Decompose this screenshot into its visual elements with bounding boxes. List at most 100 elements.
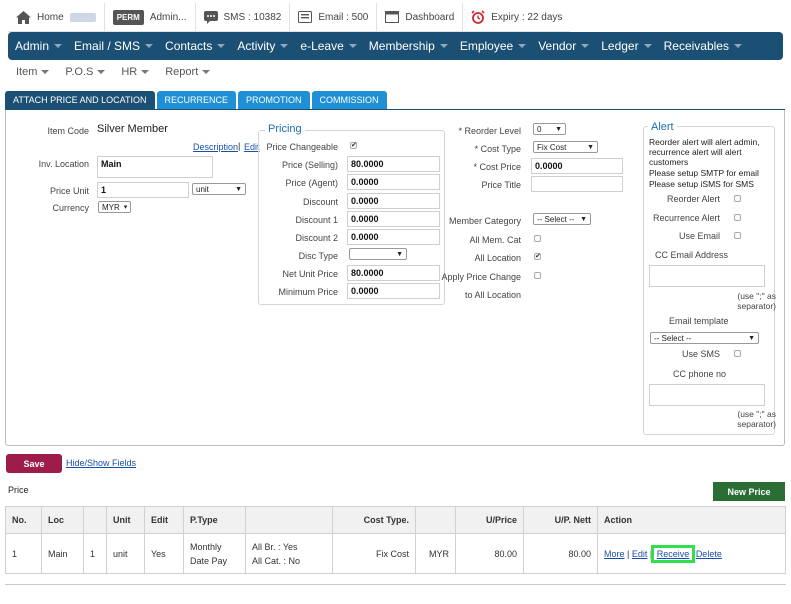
all-mem-cat-label: All Mem. Cat: [469, 235, 521, 245]
separator-hint-phone: (use ";" as separator): [737, 409, 776, 429]
window-icon: [385, 11, 400, 23]
cost-type-select[interactable]: Fix Cost ▼: [533, 141, 598, 153]
nav-item-receivables[interactable]: Receivables: [663, 39, 753, 53]
expiry-indicator[interactable]: Expiry : 22 days: [463, 3, 570, 31]
nav-item-email-sms[interactable]: Email / SMS: [73, 39, 164, 53]
all-location-checkbox[interactable]: ✔: [534, 253, 541, 260]
nav-item-e-leave[interactable]: e-Leave: [299, 39, 367, 53]
email-counter[interactable]: Email : 500: [290, 3, 378, 31]
description-link[interactable]: Description: [193, 142, 238, 152]
subnav-item-hr[interactable]: HR: [121, 66, 150, 78]
nav-item-vendor[interactable]: Vendor: [537, 39, 600, 53]
subnav-item-report[interactable]: Report: [165, 66, 211, 78]
tab-commission[interactable]: COMMISSION: [311, 91, 387, 109]
sms-counter[interactable]: SMS : 10382: [196, 3, 291, 31]
price-unit-input[interactable]: 1: [97, 182, 189, 198]
dropdown-arrow-icon: ▼: [587, 143, 594, 151]
inv-location-input[interactable]: Main: [97, 156, 213, 178]
all-mem-cat-checkbox[interactable]: [534, 235, 541, 242]
nav-item-label: Employee: [459, 39, 514, 53]
unit-select[interactable]: unit ▼: [192, 183, 246, 195]
email-template-select[interactable]: -- Select -- ▼: [650, 332, 759, 344]
subnav-item-label: P.O.S: [65, 66, 94, 78]
receive-link[interactable]: Receive: [650, 544, 696, 563]
more-link[interactable]: More: [604, 549, 625, 559]
subnav-item-item[interactable]: Item: [16, 66, 50, 78]
apply-price-change-checkbox[interactable]: [534, 272, 541, 279]
nav-item-label: e-Leave: [300, 39, 344, 53]
nav-item-label: Membership: [368, 39, 435, 53]
nav-item-membership[interactable]: Membership: [368, 39, 459, 53]
cost-price-input[interactable]: 0.0000: [531, 158, 623, 174]
discount-input[interactable]: 0.0000: [347, 193, 440, 209]
apply-price-change-label: Apply Price Change: [441, 272, 521, 282]
price-agent-input[interactable]: 0.0000: [347, 174, 440, 190]
separator-hint-email: (use ";" as separator): [737, 291, 776, 311]
use-email-label: Use Email: [678, 231, 720, 241]
col-options: [245, 506, 333, 534]
dropdown-arrow-icon: ▾: [123, 204, 128, 211]
use-email-checkbox[interactable]: [734, 232, 741, 239]
disc-type-select[interactable]: ▼: [349, 248, 407, 260]
delete-link[interactable]: Delete: [696, 549, 722, 559]
home-link[interactable]: Home: [8, 3, 105, 31]
nav-item-label: Activity: [237, 39, 276, 53]
nav-item-contacts[interactable]: Contacts: [164, 39, 236, 53]
subnav-item-label: HR: [121, 66, 138, 78]
minimum-price-input[interactable]: 0.0000: [347, 283, 440, 299]
tab-recurrence[interactable]: RECURRENCE: [156, 91, 237, 109]
nav-item-activity[interactable]: Activity: [236, 39, 299, 53]
item-code-value: Silver Member: [97, 123, 168, 135]
cc-email-textarea[interactable]: [649, 265, 765, 287]
nav-item-label: Vendor: [538, 39, 577, 53]
discount2-label: Discount 2: [295, 233, 338, 243]
cell-currency: MYR: [415, 533, 456, 574]
recurrence-alert-checkbox[interactable]: [734, 214, 741, 221]
ptype-line-1: Monthly: [190, 541, 222, 552]
dashboard-link[interactable]: Dashboard: [377, 3, 464, 31]
alert-note-1: Reorder alert will alert admin, recurren…: [649, 137, 760, 167]
price-agent-label: Price (Agent): [285, 178, 338, 188]
price-selling-input[interactable]: 80.0000: [347, 156, 440, 172]
admin-menu[interactable]: PERM Admin...: [105, 3, 196, 31]
reorder-alert-checkbox[interactable]: [734, 195, 741, 202]
price-changeable-checkbox[interactable]: ✔: [350, 142, 357, 149]
caret-down-icon: [280, 44, 289, 48]
use-sms-label: Use SMS: [681, 349, 720, 359]
caret-down-icon: [54, 44, 63, 48]
link-separator: |: [238, 141, 241, 151]
net-unit-price-input[interactable]: 80.0000: [347, 265, 440, 281]
cell-edit: Yes: [144, 533, 184, 574]
save-button[interactable]: Save: [6, 454, 62, 473]
dropdown-arrow-icon: ▼: [235, 185, 242, 193]
discount1-input[interactable]: 0.0000: [347, 211, 440, 227]
use-sms-checkbox[interactable]: [734, 350, 741, 357]
price-title-label: Price Title: [481, 180, 521, 190]
admin-label: Admin...: [149, 11, 187, 23]
tab-attach-price-location[interactable]: ATTACH PRICE AND LOCATION: [5, 91, 155, 109]
net-unit-price-label: Net Unit Price: [282, 269, 338, 279]
nav-item-ledger[interactable]: Ledger: [600, 39, 662, 53]
edit-link[interactable]: Edit: [632, 549, 648, 559]
nav-item-employee[interactable]: Employee: [459, 39, 537, 53]
cost-type-label: * Cost Type: [474, 144, 521, 154]
discount2-input[interactable]: 0.0000: [347, 229, 440, 245]
tab-promotion[interactable]: PROMOTION: [238, 91, 310, 109]
reorder-level-select[interactable]: 0 ▼: [533, 123, 566, 135]
hide-show-fields-link[interactable]: Hide/Show Fields: [66, 458, 136, 468]
nav-item-label: Receivables: [663, 39, 729, 53]
col-action: Action: [597, 506, 786, 534]
price-title-input[interactable]: [531, 176, 623, 192]
top-status-bar: Home PERM Admin... SMS : 10382 Email : 5…: [8, 3, 571, 32]
action-separator: |: [649, 548, 653, 559]
currency-select[interactable]: MYR ▾: [98, 201, 131, 213]
cell-cost-type: Fix Cost: [332, 533, 416, 574]
home-label: Home: [37, 11, 64, 23]
member-category-select[interactable]: -- Select -- ▼: [533, 213, 591, 225]
cost-price-label: * Cost Price: [473, 162, 521, 172]
cc-phone-textarea[interactable]: [649, 384, 765, 406]
all-location-label: All Location: [474, 253, 521, 263]
subnav-item-p-o-s[interactable]: P.O.S: [65, 66, 106, 78]
nav-item-admin[interactable]: Admin: [14, 39, 73, 53]
new-price-button[interactable]: New Price: [713, 482, 785, 501]
